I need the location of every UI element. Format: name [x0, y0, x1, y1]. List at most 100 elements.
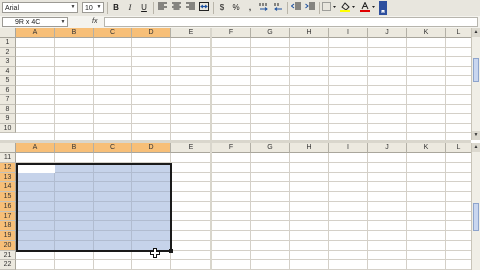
column-header[interactable]: J — [368, 28, 407, 38]
row-header[interactable]: 1 — [0, 38, 16, 48]
align-left-button[interactable] — [156, 2, 168, 14]
column-header[interactable]: L — [446, 143, 472, 153]
column-header[interactable]: B — [55, 28, 94, 38]
top-pane-scrollbar[interactable]: ▲ ▼ — [471, 28, 480, 140]
row-header[interactable]: 13 — [0, 172, 16, 183]
decrease-indent-button[interactable] — [290, 2, 302, 14]
decrease-decimal-button[interactable] — [272, 2, 284, 14]
row-header[interactable]: 21 — [0, 250, 16, 261]
scroll-down-arrow-icon[interactable]: ▼ — [472, 131, 480, 140]
font-size-value: 10 — [85, 5, 93, 12]
italic-button[interactable]: I — [124, 2, 136, 14]
column-header[interactable]: H — [290, 143, 329, 153]
align-center-button[interactable] — [170, 2, 182, 14]
column-header[interactable]: D — [132, 28, 171, 38]
select-all-corner[interactable] — [0, 28, 16, 38]
increase-indent-button[interactable] — [304, 2, 316, 14]
horizontal-split-bar[interactable] — [0, 140, 471, 143]
column-header[interactable]: L — [446, 28, 472, 38]
scrollbar-thumb[interactable] — [473, 203, 479, 231]
font-name-value: Arial — [5, 5, 20, 12]
column-header[interactable]: K — [407, 28, 446, 38]
font-name-dropdown[interactable]: Arial ▼ — [2, 2, 78, 13]
decrease-indent-icon — [290, 2, 301, 10]
column-header[interactable]: H — [290, 28, 329, 38]
decrease-decimal-icon — [274, 3, 282, 11]
row-header[interactable]: 19 — [0, 231, 16, 241]
increase-decimal-button[interactable] — [258, 2, 270, 14]
row-header[interactable]: 2 — [0, 47, 16, 57]
selected-range[interactable] — [16, 162, 172, 252]
formula-input[interactable] — [104, 17, 478, 27]
bottom-pane-scrollbar[interactable]: ▲ — [471, 143, 480, 270]
row-header[interactable]: 22 — [0, 260, 16, 270]
row-header[interactable]: 5 — [0, 76, 16, 86]
column-header[interactable]: E — [171, 28, 212, 38]
align-left-icon — [157, 2, 167, 10]
scroll-up-arrow-icon[interactable]: ▲ — [472, 28, 480, 37]
toolbar-separator — [287, 2, 288, 14]
align-center-icon — [171, 2, 181, 10]
column-header[interactable]: G — [251, 28, 290, 38]
name-box[interactable]: 9R x 4C ▼ — [2, 17, 68, 27]
font-color-icon — [360, 1, 375, 12]
row-header[interactable]: 8 — [0, 104, 16, 114]
column-header[interactable]: C — [94, 143, 132, 153]
column-header[interactable]: J — [368, 143, 407, 153]
column-header[interactable]: A — [16, 28, 55, 38]
column-header[interactable]: A — [16, 143, 55, 153]
row-header[interactable]: 17 — [0, 211, 16, 222]
align-right-button[interactable] — [184, 2, 196, 14]
row-header[interactable]: 10 — [0, 123, 16, 133]
font-size-dropdown[interactable]: 10 ▼ — [82, 2, 104, 13]
row-header[interactable]: 3 — [0, 57, 16, 67]
vertical-split-bar[interactable] — [210, 28, 212, 270]
bold-button[interactable]: B — [110, 2, 122, 14]
column-header[interactable]: E — [171, 143, 212, 153]
fill-color-icon — [340, 2, 355, 12]
toolbar-options-button[interactable] — [379, 1, 387, 15]
column-header[interactable]: F — [212, 143, 251, 153]
align-right-icon — [185, 2, 195, 10]
borders-button[interactable] — [321, 2, 337, 14]
row-header[interactable]: 18 — [0, 221, 16, 231]
row-header[interactable]: 12 — [0, 162, 16, 173]
row-header[interactable]: 15 — [0, 192, 16, 202]
column-header[interactable]: I — [329, 143, 368, 153]
active-cell[interactable] — [18, 164, 55, 173]
formatting-toolbar: Arial ▼ 10 ▼ B I U $ % , — [0, 0, 480, 17]
row-header[interactable]: 14 — [0, 182, 16, 192]
row-header[interactable]: 9 — [0, 114, 16, 124]
column-header[interactable]: B — [55, 143, 94, 153]
chevron-down-icon[interactable]: ▼ — [69, 3, 77, 12]
currency-button[interactable]: $ — [216, 2, 228, 14]
row-header[interactable]: 4 — [0, 66, 16, 76]
row-header[interactable]: 16 — [0, 201, 16, 212]
column-header[interactable]: F — [212, 28, 251, 38]
column-header[interactable]: K — [407, 143, 446, 153]
merge-center-button[interactable] — [198, 2, 210, 14]
column-header[interactable]: G — [251, 143, 290, 153]
comma-style-button[interactable]: , — [244, 2, 256, 14]
scroll-up-arrow-icon[interactable]: ▲ — [472, 143, 480, 152]
row-header[interactable]: 20 — [0, 240, 16, 251]
column-header[interactable]: C — [94, 28, 132, 38]
row-header[interactable]: 11 — [0, 153, 16, 163]
font-color-button[interactable] — [359, 1, 377, 14]
underline-button[interactable]: U — [138, 2, 150, 14]
row-header[interactable]: 7 — [0, 95, 16, 105]
column-header[interactable]: I — [329, 28, 368, 38]
borders-icon — [322, 2, 336, 11]
column-header[interactable]: D — [132, 143, 171, 153]
fill-handle[interactable] — [169, 248, 173, 253]
toolbar-separator — [153, 2, 154, 14]
insert-function-button[interactable]: fx — [92, 17, 97, 27]
select-all-corner[interactable] — [0, 143, 16, 153]
merge-center-icon — [199, 2, 209, 11]
chevron-down-icon[interactable]: ▼ — [95, 3, 103, 12]
percent-button[interactable]: % — [230, 2, 242, 14]
fill-color-button[interactable] — [339, 2, 357, 14]
scrollbar-thumb[interactable] — [473, 58, 479, 82]
chevron-down-icon[interactable]: ▼ — [59, 18, 67, 26]
row-header[interactable]: 6 — [0, 85, 16, 95]
